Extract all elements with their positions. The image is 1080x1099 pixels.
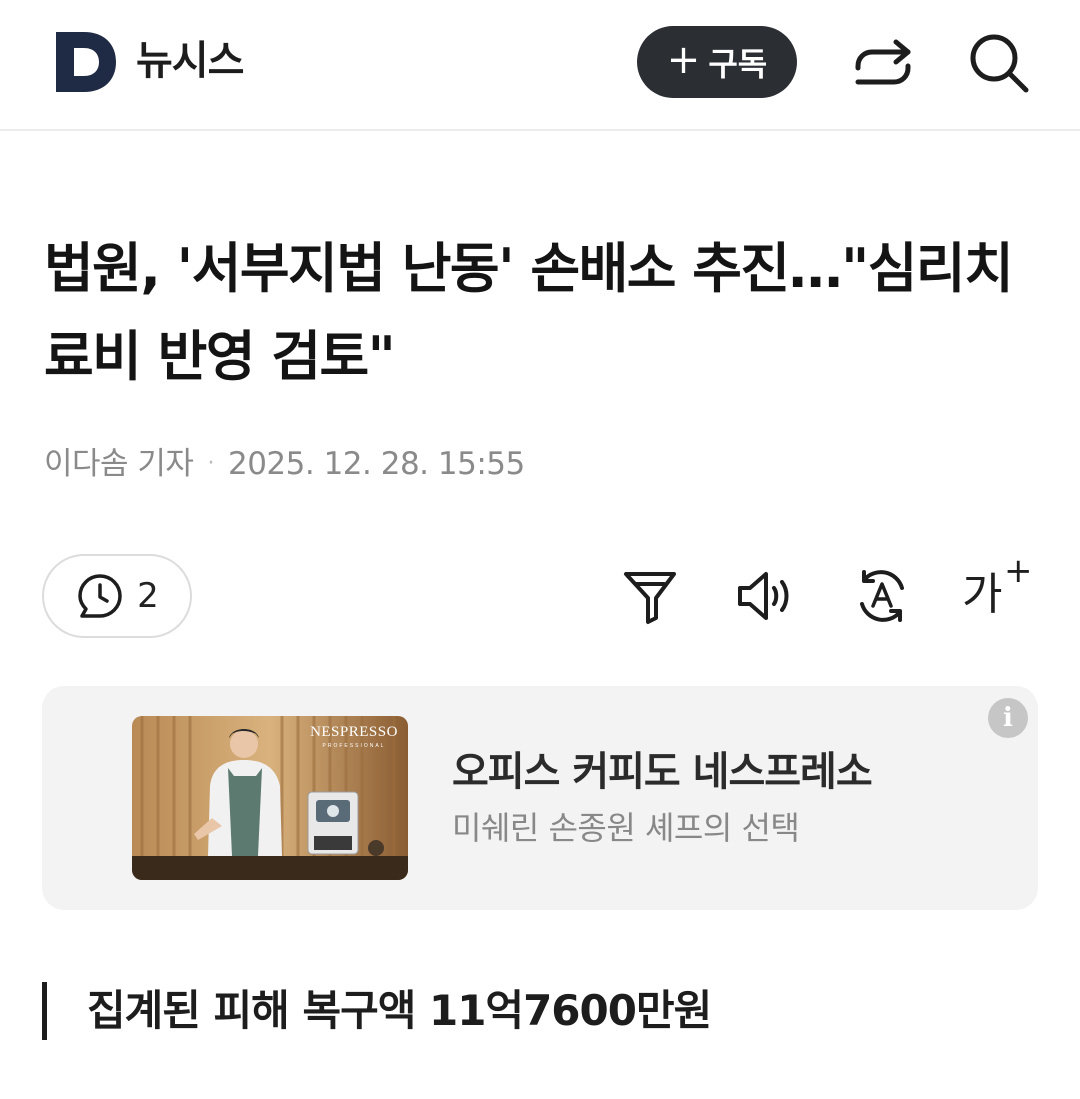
ad-image[interactable]: NESPRESSO PROFESSIONAL xyxy=(132,716,408,880)
share-icon[interactable] xyxy=(850,32,916,92)
ad-subtitle[interactable]: 미쉐린 손종원 셰프의 선택 xyxy=(452,806,800,850)
publish-datetime: 2025. 12. 28. 15:55 xyxy=(227,446,525,482)
read-aloud-button[interactable] xyxy=(736,566,796,626)
font-size-button[interactable]: 가 + xyxy=(962,554,1033,630)
translate-icon xyxy=(860,570,904,622)
subscribe-label: 구독 xyxy=(708,45,768,83)
comment-count: 2 xyxy=(137,576,159,616)
filter-button[interactable] xyxy=(620,566,680,626)
comments-button[interactable]: 2 xyxy=(42,554,192,638)
ad-banner[interactable]: NESPRESSO PROFESSIONAL i 오피스 커피도 네스프레소 미… xyxy=(42,686,1038,910)
subscribe-button[interactable]: + 구독 xyxy=(637,26,797,98)
plus-icon: + xyxy=(666,37,701,83)
speaker-icon xyxy=(738,572,789,620)
plus-icon: + xyxy=(1004,551,1033,591)
article-subheading: 집계된 피해 복구액 11억7600만원 xyxy=(42,982,712,1040)
translate-button[interactable] xyxy=(852,566,912,626)
meta-separator: · xyxy=(207,451,214,476)
ad-info-icon[interactable]: i xyxy=(988,698,1028,738)
ad-title[interactable]: 오피스 커피도 네스프레소 xyxy=(452,744,873,800)
ad-brand-sub: PROFESSIONAL xyxy=(323,743,386,749)
newsis-logo[interactable] xyxy=(54,30,118,94)
search-icon[interactable] xyxy=(966,30,1032,96)
filter-icon xyxy=(624,572,676,624)
top-header: 뉴시스 + 구독 xyxy=(0,0,1080,131)
brand-name[interactable]: 뉴시스 xyxy=(136,36,244,86)
comment-icon xyxy=(78,574,122,618)
article-meta: 이다솜 기자 · 2025. 12. 28. 15:55 xyxy=(44,442,525,486)
author[interactable]: 이다솜 기자 xyxy=(44,442,194,486)
ad-photo: NESPRESSO PROFESSIONAL xyxy=(132,716,408,880)
ad-brand-logo: NESPRESSO xyxy=(310,724,398,740)
article-title: 법원, '서부지법 난동' 손배소 추진…"심리치료비 반영 검토" xyxy=(44,237,1014,388)
font-size-label: 가 xyxy=(962,569,1003,620)
